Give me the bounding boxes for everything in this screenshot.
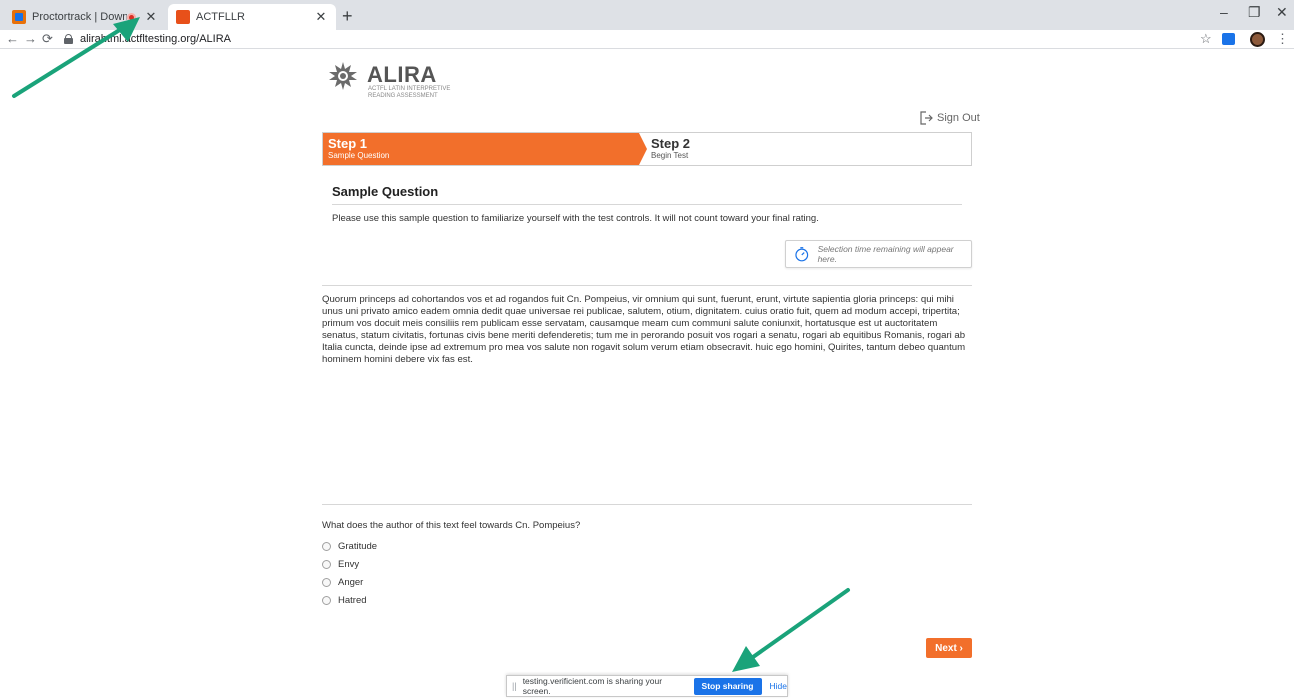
sample-question-description: Please use this sample question to famil… — [332, 213, 819, 224]
divider — [332, 204, 962, 205]
screen-share-bar: || testing.verificient.com is sharing yo… — [506, 675, 788, 697]
answer-option[interactable]: Envy — [322, 559, 359, 570]
tab-title: ACTFLLR — [196, 11, 245, 23]
profile-avatar[interactable] — [1250, 32, 1265, 47]
new-tab-icon[interactable]: + — [342, 6, 353, 27]
step-1-subtitle: Sample Question — [328, 151, 390, 160]
answer-option-label: Hatred — [338, 595, 367, 606]
annotation-arrow-top — [12, 17, 140, 98]
timer-text: Selection time remaining will appear her… — [817, 244, 954, 264]
tab-actfllr[interactable]: ACTFLLR ✕ — [168, 4, 336, 30]
reading-passage: Quorum princeps ad cohortandos vos et ad… — [322, 294, 966, 366]
stop-sharing-button[interactable]: Stop sharing — [693, 677, 762, 695]
divider — [322, 504, 972, 505]
menu-icon[interactable]: ⋮ — [1276, 31, 1289, 47]
step-2: Step 2 Begin Test — [651, 136, 690, 161]
timer-box: Selection time remaining will appear her… — [785, 240, 972, 268]
logo-title: ALIRA — [367, 62, 437, 87]
sign-out-link[interactable]: Sign Out — [920, 111, 980, 125]
radio-button[interactable] — [322, 542, 331, 551]
answer-option[interactable]: Gratitude — [322, 541, 377, 552]
radio-button[interactable] — [322, 596, 331, 605]
share-message: testing.verificient.com is sharing your … — [522, 676, 663, 696]
close-tab-icon[interactable]: ✕ — [314, 9, 328, 25]
stopwatch-icon — [795, 247, 809, 262]
radio-button[interactable] — [322, 560, 331, 569]
next-button[interactable]: Next › — [926, 638, 972, 658]
sign-out-icon — [920, 111, 933, 125]
alira-logo-icon — [329, 62, 357, 90]
browser-tab-strip: Proctortrack | Download ✕ ACTFLLR ✕ + – … — [0, 0, 1294, 30]
radio-button[interactable] — [322, 578, 331, 587]
step-1: Step 1 Sample Question — [323, 133, 647, 165]
answer-option-label: Gratitude — [338, 541, 378, 552]
step-2-title: Step 2 — [651, 136, 691, 151]
answer-option[interactable]: Anger — [322, 577, 363, 588]
step-2-subtitle: Begin Test — [651, 151, 689, 160]
minimize-icon[interactable]: – — [1220, 4, 1228, 20]
annotation-arrow-bottom — [732, 588, 850, 672]
sign-out-label: Sign Out — [937, 112, 980, 124]
address-bar: ← → ⟳ alirahtml.actfltesting.org/ALIRA ☆… — [0, 30, 1294, 49]
divider — [322, 285, 972, 286]
answer-option-label: Anger — [338, 577, 364, 588]
hide-link[interactable]: Hide — [770, 681, 787, 691]
drag-handle-icon[interactable]: || — [512, 681, 517, 691]
restore-icon[interactable]: ❐ — [1248, 4, 1261, 21]
question-prompt: What does the author of this text feel t… — [322, 520, 581, 531]
window-close-icon[interactable]: ✕ — [1276, 4, 1288, 21]
answer-option-label: Envy — [338, 559, 360, 570]
step-1-title: Step 1 — [328, 136, 368, 151]
sample-question-title: Sample Question — [332, 184, 439, 199]
logo-subtitle: ACTFL LATIN INTERPRETIVE READING ASSESSM… — [368, 86, 451, 99]
star-icon[interactable]: ☆ — [1200, 31, 1212, 47]
actfl-favicon-icon — [176, 10, 190, 24]
answer-option[interactable]: Hatred — [322, 595, 367, 606]
extension-icon[interactable] — [1222, 33, 1235, 45]
step-progress: Step 1 Sample Question Step 2 Begin Test — [322, 132, 972, 166]
